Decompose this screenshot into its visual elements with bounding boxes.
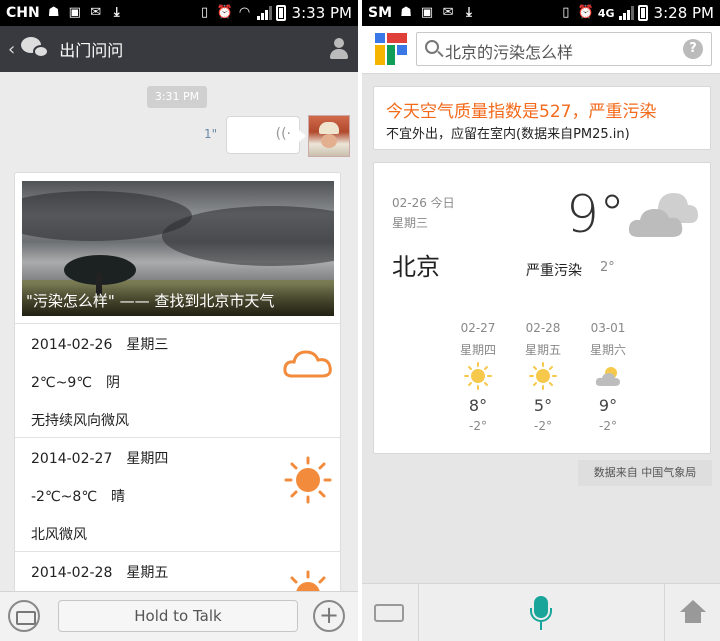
voice-wave-icon: ((· <box>275 126 291 142</box>
partly-cloudy-icon <box>595 367 620 386</box>
forecast-date: 2014-02-27 星期四 <box>31 451 169 467</box>
forecast-wind: 无持续风向微风 <box>31 413 129 429</box>
download-icon: ⤓ <box>466 5 472 20</box>
air-quality-card[interactable]: 今天空气质量指数是527，严重污染 不宜外出，应留在室内(数据来自PM25.in… <box>373 86 711 150</box>
chat-input-bar: Hold to Talk + <box>0 591 358 641</box>
data-source-label[interactable]: 数据来自 中国气象局 <box>578 460 712 486</box>
carrier-label: SM <box>368 5 393 21</box>
sun-icon <box>284 456 332 504</box>
forecast-date: 02-28 <box>525 321 561 335</box>
chat-header: ‹ 出门问问 <box>0 26 358 72</box>
forecast-day: 02-28 星期五 5° -2° <box>513 321 573 433</box>
air-quality-title: 今天空气质量指数是527，严重污染 <box>386 102 657 122</box>
download-icon: ⤓ <box>113 5 120 20</box>
search-bar: 北京的污染怎么样 ? <box>362 26 720 74</box>
contact-profile-icon[interactable] <box>328 38 350 60</box>
forecast-weekday: 星期六 <box>589 343 626 357</box>
cloud-icon <box>283 350 332 378</box>
weather-date: 02-26 今日 <box>392 196 455 210</box>
search-input[interactable]: 北京的污染怎么样 ? <box>416 32 712 66</box>
voice-duration: 1" <box>204 127 218 141</box>
low-temperature: 2° <box>600 260 615 275</box>
cloudy-sky-image: "污染怎么样" —— 查找到北京市天气 <box>22 181 334 316</box>
wifi-icon: ◠ <box>239 5 250 20</box>
clock: 3:33 PM <box>291 4 352 22</box>
home-icon[interactable] <box>680 600 706 624</box>
android-icon: ☗ <box>47 5 60 20</box>
alarm-icon: ⏰ <box>577 5 595 20</box>
signal-icon <box>256 6 272 20</box>
forecast-date: 2014-02-28 星期五 <box>31 565 169 581</box>
sun-icon <box>464 362 492 390</box>
forecast-low: -2° <box>469 419 487 433</box>
forecast-date: 2014-02-26 星期三 <box>31 337 169 353</box>
air-quality-advice: 不宜外出，应留在室内(数据来自PM25.in) <box>386 127 630 142</box>
forecast-day: 02-27 星期四 8° -2° <box>448 321 508 433</box>
forecast-high: 9° <box>598 396 618 415</box>
forecast-date: 02-27 <box>460 321 496 335</box>
carrier-label: CHN <box>6 5 40 21</box>
bottom-action-bar <box>362 583 720 641</box>
forecast-high: 5° <box>533 396 553 415</box>
keyboard-icon[interactable] <box>374 604 404 622</box>
android-icon: ☗ <box>400 5 412 20</box>
search-query: 北京的污染怎么样 <box>445 43 574 62</box>
message-timestamp: 3:31 PM <box>147 86 207 108</box>
forecast-weekday: 星期五 <box>524 343 561 357</box>
weather-card[interactable]: 02-26 今日 星期三 北京 9° 严重污染 2° 02-27 星期四 8° … <box>373 162 711 454</box>
hold-to-talk-button[interactable]: Hold to Talk <box>58 600 298 632</box>
weather-condition: 严重污染 <box>526 263 582 279</box>
vibrate-icon: ▯ <box>562 5 570 20</box>
forecast-date: 03-01 <box>590 321 626 335</box>
forecast-high: 8° <box>468 396 488 415</box>
clock: 3:28 PM <box>653 4 714 22</box>
wechat-screen: CHN ☗ ▣ ✉ ⤓ ▯ ⏰ ◠ 3:33 PM ‹ 出门问问 3:31 PM… <box>0 0 358 641</box>
news-caption: "污染怎么样" —— 查找到北京市天气 <box>22 284 334 316</box>
help-icon[interactable]: ? <box>683 39 703 59</box>
forecast-weekday: 星期四 <box>459 343 496 357</box>
weather-city: 北京 <box>392 253 440 281</box>
weather-news-card[interactable]: "污染怎么样" —— 查找到北京市天气 2014-02-26 星期三 2℃~9℃… <box>14 172 341 641</box>
image-icon: ▣ <box>68 5 81 20</box>
forecast-low: -2° <box>534 419 552 433</box>
voice-message-bubble[interactable]: ((· <box>226 116 306 154</box>
mail-icon: ✉ <box>442 5 454 20</box>
battery-icon <box>637 5 648 21</box>
google-now-screen: SM ☗ ▣ ✉ ⤓ ▯ ⏰ 4G 3:28 PM 北京的污染怎么样 ? 今天空… <box>362 0 720 641</box>
vibrate-icon: ▯ <box>200 5 209 20</box>
forecast-day: 03-01 星期六 9° -2° <box>578 321 638 433</box>
weather-weekday: 星期三 <box>392 216 429 230</box>
avatar[interactable] <box>308 115 350 157</box>
signal-icon <box>618 6 634 20</box>
forecast-low: -2° <box>599 419 617 433</box>
cloudy-icon <box>628 193 698 237</box>
microphone-icon[interactable] <box>530 596 554 632</box>
mail-icon: ✉ <box>90 5 102 20</box>
network-type-label: 4G <box>597 6 615 20</box>
image-icon: ▣ <box>420 5 434 20</box>
current-temperature: 9° <box>566 185 626 245</box>
forecast-wind: 北风微风 <box>31 527 87 543</box>
search-icon <box>425 40 439 54</box>
forecast-temp: 2℃~9℃ 阴 <box>31 375 120 391</box>
forecast-row: 2014-02-27 星期四 -2℃~8℃ 晴 北风微风 <box>15 437 340 550</box>
keyboard-toggle-icon[interactable] <box>8 600 40 632</box>
status-bar: SM ☗ ▣ ✉ ⤓ ▯ ⏰ 4G 3:28 PM <box>362 0 720 26</box>
forecast-temp: -2℃~8℃ 晴 <box>31 489 126 505</box>
chat-title: 出门问问 <box>59 41 124 60</box>
wechat-icon[interactable] <box>21 37 51 61</box>
back-icon[interactable]: ‹ <box>8 39 15 60</box>
battery-icon <box>275 5 286 21</box>
google-logo-icon[interactable] <box>375 33 407 65</box>
sun-icon <box>529 362 557 390</box>
forecast-row: 2014-02-26 星期三 2℃~9℃ 阴 无持续风向微风 <box>15 323 340 436</box>
alarm-icon: ⏰ <box>216 5 233 20</box>
status-bar: CHN ☗ ▣ ✉ ⤓ ▯ ⏰ ◠ 3:33 PM <box>0 0 358 26</box>
add-attachment-icon[interactable]: + <box>313 600 345 632</box>
